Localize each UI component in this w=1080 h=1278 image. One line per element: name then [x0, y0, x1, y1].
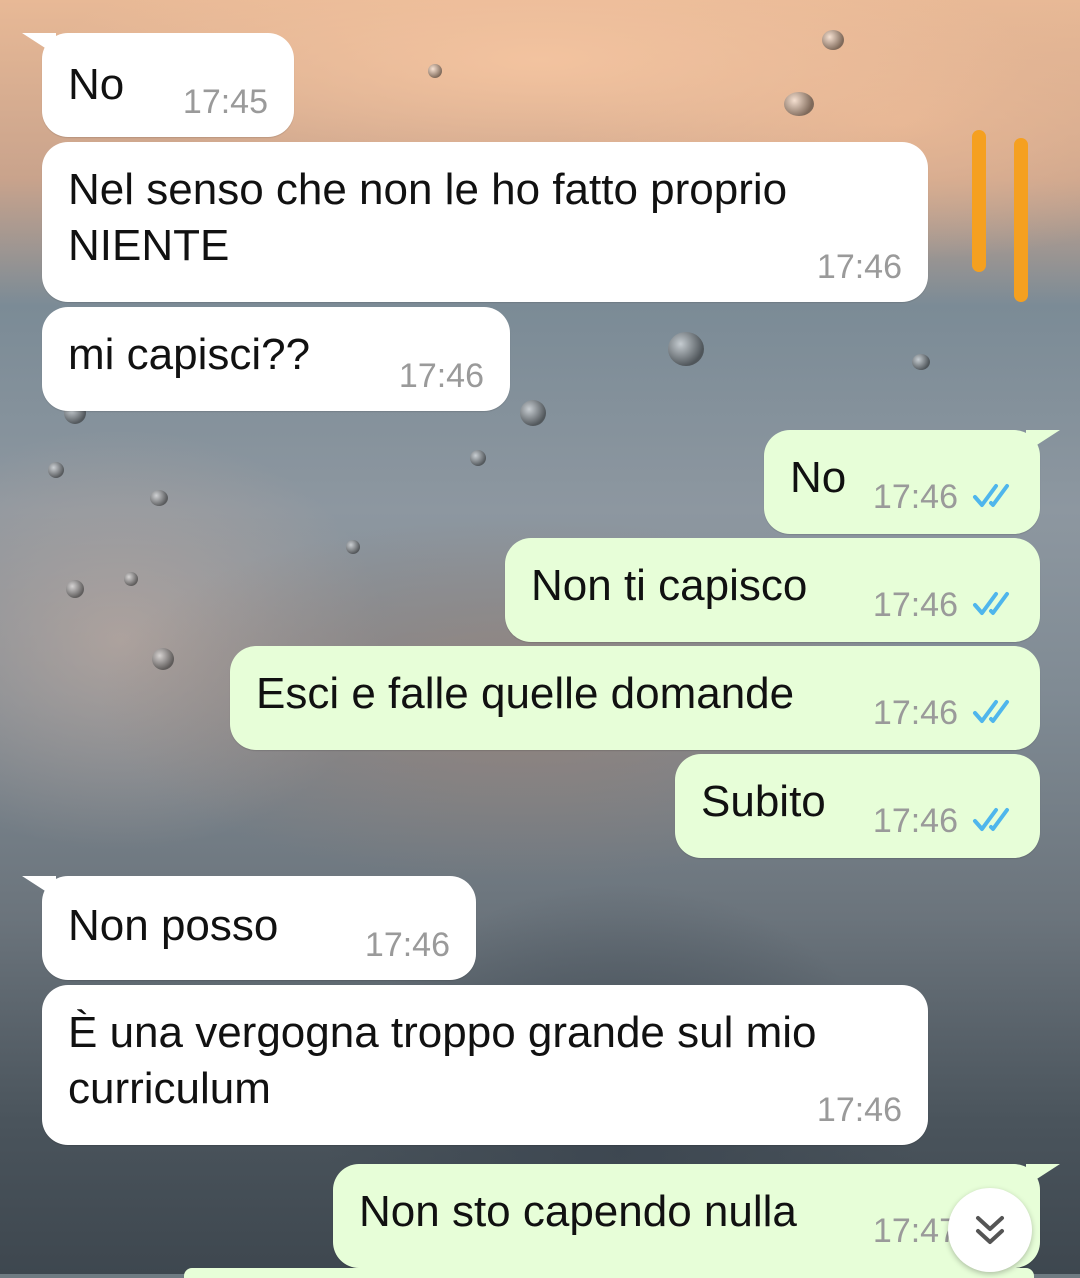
- message-incoming[interactable]: Non posso 17:46: [22, 876, 476, 980]
- message-incoming[interactable]: È una vergogna troppo grande sul mio cur…: [42, 985, 928, 1145]
- message-timestamp: 17:46: [872, 694, 958, 732]
- message-timestamp: 17:46: [816, 1091, 902, 1129]
- message-text: Non posso: [68, 901, 279, 950]
- message-timestamp: 17:46: [872, 802, 958, 840]
- message-timestamp: 17:47: [872, 1212, 958, 1250]
- message-timestamp: 17:46: [364, 926, 450, 964]
- message-incoming[interactable]: Nel senso che non le ho fatto proprio NI…: [42, 142, 928, 302]
- read-double-check-icon: [973, 592, 1009, 615]
- message-outgoing[interactable]: Esci e falle quelle domande 17:46: [230, 646, 1040, 750]
- message-text: No: [790, 453, 847, 502]
- highlight-mark-right: [1014, 138, 1028, 302]
- read-double-check-icon: [973, 700, 1009, 723]
- message-outgoing[interactable]: No 17:46: [764, 430, 1060, 534]
- message-text: No: [68, 60, 125, 109]
- message-timestamp: 17:46: [872, 586, 958, 624]
- message-incoming[interactable]: mi capisci?? 17:46: [42, 307, 510, 411]
- message-text: Non sto capendo nulla: [359, 1187, 797, 1236]
- message-text: Nel senso che non le ho fatto proprio NI…: [68, 165, 788, 270]
- message-text: Non ti capisco: [531, 561, 808, 610]
- message-text: Subito: [701, 777, 826, 826]
- message-timestamp: 17:45: [182, 83, 268, 121]
- message-timestamp: 17:46: [398, 357, 484, 395]
- message-outgoing[interactable]: Subito 17:46: [675, 754, 1040, 858]
- message-outgoing[interactable]: Non sto capendo nulla 17:47: [333, 1164, 1060, 1268]
- read-double-check-icon: [973, 484, 1009, 507]
- message-outgoing[interactable]: Non ti capisco 17:46: [505, 538, 1040, 642]
- message-text: Esci e falle quelle domande: [256, 669, 795, 718]
- message-text: È una vergogna troppo grande sul mio cur…: [68, 1008, 817, 1113]
- highlight-mark-left: [972, 130, 986, 272]
- message-timestamp: 17:46: [816, 248, 902, 286]
- read-double-check-icon: [973, 808, 1009, 831]
- chevron-double-down-icon: [976, 1216, 1004, 1244]
- message-incoming[interactable]: No 17:45: [22, 33, 294, 137]
- message-timestamp: 17:46: [872, 478, 958, 516]
- message-text: mi capisci??: [68, 330, 311, 379]
- next-message-partial: [184, 1268, 1034, 1278]
- scroll-to-bottom-button[interactable]: [948, 1188, 1032, 1272]
